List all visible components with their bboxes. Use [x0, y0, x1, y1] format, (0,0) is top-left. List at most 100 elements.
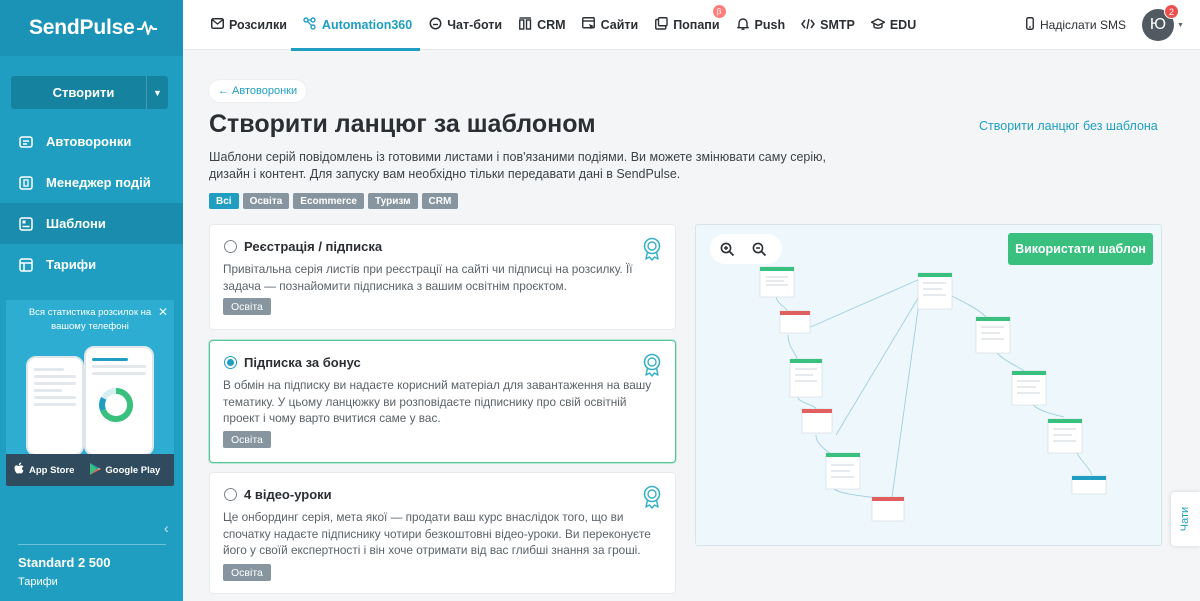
template-flow-preview: Використати шаблон [695, 224, 1162, 546]
tab-campaigns[interactable]: Розсилки [210, 0, 287, 50]
filter-ecommerce[interactable]: Ecommerce [293, 193, 364, 209]
chevron-down-icon[interactable]: ▼ [1177, 22, 1184, 29]
sidebar-item-pricing[interactable]: Тарифи [0, 244, 183, 285]
tab-crm[interactable]: CRM [518, 0, 566, 50]
caret-down-icon[interactable]: ▼ [146, 76, 168, 109]
store-links: App Store Google Play [6, 454, 174, 486]
events-icon [18, 175, 34, 191]
template-description: В обмін на підписку ви надаєте корисний … [223, 378, 652, 425]
tab-label: CRM [537, 18, 566, 32]
page-description: Шаблони серій повідомлень із готовими ли… [209, 150, 826, 181]
plan-link[interactable]: Тарифи [18, 576, 58, 588]
tab-edu[interactable]: EDU [870, 0, 916, 50]
create-without-template-link[interactable]: Створити ланцюг без шаблона [979, 119, 1158, 133]
zoom-out-icon[interactable] [751, 238, 769, 260]
tab-label: Push [754, 18, 786, 32]
zoom-controls [710, 234, 782, 264]
bell-icon [736, 17, 750, 33]
award-icon [643, 485, 661, 509]
sidebar-nav: Автоворонки Менеджер подій Шаблони Тариф… [0, 121, 183, 285]
send-sms-label: Надіслати SMS [1040, 18, 1126, 32]
funnel-icon [18, 134, 34, 150]
page-title: Створити ланцюг за шаблоном [209, 110, 596, 138]
filter-crm[interactable]: CRM [421, 193, 459, 209]
mobile-app-promo: Вся статистика розсилок на вашому телефо… [6, 300, 174, 486]
phones-illustration [26, 346, 156, 456]
flow-nodes [759, 266, 1107, 522]
google-play-icon [90, 462, 102, 478]
template-card-header: Підписка за бонус [224, 355, 361, 370]
divider [18, 544, 166, 545]
tab-sites[interactable]: Сайти [582, 0, 639, 50]
template-title: 4 відео-уроки [244, 487, 332, 502]
filter-all[interactable]: Всі [209, 193, 239, 209]
tab-smtp[interactable]: SMTP [801, 0, 855, 50]
templates-icon [18, 216, 34, 232]
template-description: Це онбординг серія, мета якої — продати … [223, 510, 651, 557]
app-store-link[interactable]: App Store [6, 462, 74, 478]
tab-label: Чат-боти [447, 18, 503, 32]
sidebar-item-label: Тарифи [46, 257, 97, 272]
template-card-header: 4 відео-уроки [224, 487, 332, 502]
tab-label: SMTP [820, 18, 855, 32]
tab-push[interactable]: Push [736, 0, 786, 50]
sidebar-item-events[interactable]: Менеджер подій [0, 162, 183, 203]
beta-badge: β [712, 5, 726, 18]
apple-icon [14, 462, 25, 478]
tab-label: Automation360 [321, 18, 413, 32]
sidebar-item-label: Менеджер подій [46, 175, 151, 190]
product-tabs: Розсилки Automation360 Чат-боти CRM Сайт… [210, 0, 932, 51]
app-store-label: App Store [29, 464, 75, 476]
popups-icon [654, 17, 668, 33]
template-radio[interactable] [224, 356, 237, 369]
promo-text: Вся статистика розсилок на вашому телефо… [28, 307, 152, 332]
sidebar-item-label: Автоворонки [46, 134, 132, 149]
crm-icon [518, 17, 532, 33]
template-card[interactable]: 4 відео-уроки Це онбординг серія, мета я… [209, 472, 676, 594]
use-template-button[interactable]: Використати шаблон [1008, 233, 1153, 265]
sidebar-item-templates[interactable]: Шаблони [0, 203, 183, 244]
template-radio[interactable] [224, 240, 237, 253]
template-tag: Освіта [223, 431, 271, 448]
phone-icon [1026, 17, 1034, 33]
sidebar-item-label: Шаблони [46, 216, 106, 231]
chat-icon [428, 17, 442, 33]
close-icon[interactable]: ✕ [158, 305, 168, 319]
chats-widget[interactable]: Чати [1171, 492, 1200, 546]
tab-label: Розсилки [229, 18, 287, 32]
template-radio[interactable] [224, 488, 237, 501]
sidebar: SendPulse Створити ▼ Автоворонки Менедже… [0, 0, 183, 601]
template-card-selected[interactable]: Підписка за бонус В обмін на підписку ви… [209, 340, 676, 463]
create-button[interactable]: Створити ▼ [11, 76, 168, 109]
award-icon [643, 353, 661, 377]
template-description: Привітальна серія листів при реєстрації … [223, 262, 633, 293]
template-title: Підписка за бонус [244, 355, 361, 370]
template-tag: Освіта [223, 298, 271, 315]
filter-tourism[interactable]: Туризм [368, 193, 418, 209]
brand-logo[interactable]: SendPulse [0, 0, 183, 56]
brand-name: SendPulse [29, 16, 135, 39]
pulse-icon [136, 21, 157, 35]
template-title: Реєстрація / підписка [244, 239, 383, 254]
collapse-sidebar-icon[interactable]: ‹ [164, 520, 169, 536]
plan-name: Standard 2 500 [18, 555, 111, 570]
create-button-label: Створити [52, 85, 115, 100]
tab-chatbots[interactable]: Чат-боти [428, 0, 502, 50]
graduation-icon [870, 17, 886, 33]
zoom-in-icon[interactable] [719, 238, 737, 260]
code-icon [801, 18, 816, 33]
chats-label: Чати [1179, 506, 1192, 532]
tab-label: Сайти [600, 18, 639, 32]
tab-automation360[interactable]: Automation360 [290, 0, 421, 51]
template-card[interactable]: Реєстрація / підписка Привітальна серія … [209, 224, 676, 330]
template-tag: Освіта [223, 564, 271, 581]
notification-badge: 2 [1164, 4, 1179, 19]
google-play-label: Google Play [105, 464, 161, 476]
send-sms-link[interactable]: Надіслати SMS [1026, 17, 1126, 33]
google-play-link[interactable]: Google Play [74, 462, 161, 478]
sidebar-item-funnels[interactable]: Автоворонки [0, 121, 183, 162]
filter-education[interactable]: Освіта [242, 193, 290, 209]
tab-popups[interactable]: Попапи β [654, 0, 726, 50]
flow-diagram [759, 266, 1107, 522]
back-to-funnels-link[interactable]: ← Автоворонки [209, 80, 307, 102]
